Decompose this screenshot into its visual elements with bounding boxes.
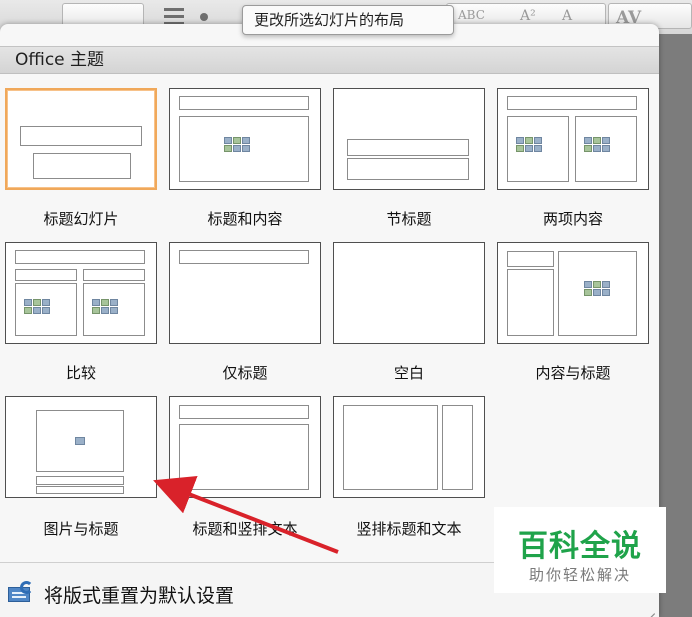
layout-tooltip: 更改所选幻灯片的布局 xyxy=(242,5,454,35)
layout-tile-blank[interactable] xyxy=(333,242,485,344)
layout-label-picture-caption: 图片与标题 xyxy=(43,520,119,538)
watermark-title: 百科全说 xyxy=(518,529,642,564)
layout-tile-picture-caption[interactable] xyxy=(5,396,157,498)
gallery-header: Office 主题 xyxy=(0,46,659,74)
layout-label-title-content: 标题和内容 xyxy=(207,210,283,228)
layout-tile-title-vertical-text[interactable] xyxy=(169,396,321,498)
layout-tile-section-header[interactable] xyxy=(333,88,485,190)
layout-tile-vertical-title-text[interactable] xyxy=(333,396,485,498)
content-placeholder-icon xyxy=(92,299,118,314)
layout-label-content-caption: 内容与标题 xyxy=(535,364,611,382)
ribbon-superscript-glyph[interactable]: A² xyxy=(520,8,536,24)
layout-tile-title-content[interactable] xyxy=(169,88,321,190)
picture-placeholder-icon xyxy=(75,437,85,445)
layout-tile-title-only[interactable] xyxy=(169,242,321,344)
resize-grip-icon[interactable] xyxy=(643,602,655,617)
content-placeholder-icon xyxy=(584,137,610,152)
layout-label-comparison: 比较 xyxy=(65,364,96,382)
content-placeholder-icon xyxy=(516,137,542,152)
watermark-subtitle: 助你轻松解决 xyxy=(528,566,631,584)
layout-label-blank: 空白 xyxy=(393,364,424,382)
layout-label-section-header: 节标题 xyxy=(386,210,432,228)
reset-layout-label: 将版式重置为默认设置 xyxy=(44,585,235,607)
reset-layout-icon xyxy=(8,581,34,603)
layout-label-two-content: 两项内容 xyxy=(542,210,603,228)
watermark-logo: 百科全说 助你轻松解决 xyxy=(494,507,666,593)
layout-label-title-slide: 标题幻灯片 xyxy=(43,210,119,228)
content-placeholder-icon xyxy=(584,281,610,296)
layout-label-title-vertical-text: 标题和竖排文本 xyxy=(192,520,298,538)
chevron-down-icon[interactable] xyxy=(200,13,208,21)
layout-label-vertical-title-text: 竖排标题和文本 xyxy=(356,520,462,538)
layout-tile-content-caption[interactable] xyxy=(497,242,649,344)
layout-label-title-only: 仅标题 xyxy=(222,364,268,382)
content-placeholder-icon xyxy=(24,299,50,314)
layout-tile-title-slide[interactable] xyxy=(5,88,157,190)
layout-tile-two-content[interactable] xyxy=(497,88,649,190)
content-placeholder-icon xyxy=(224,137,250,152)
layout-tile-comparison[interactable] xyxy=(5,242,157,344)
ribbon-abc-glyph[interactable]: ABC xyxy=(458,8,485,22)
ribbon-font-size-glyph[interactable]: A xyxy=(562,8,572,24)
